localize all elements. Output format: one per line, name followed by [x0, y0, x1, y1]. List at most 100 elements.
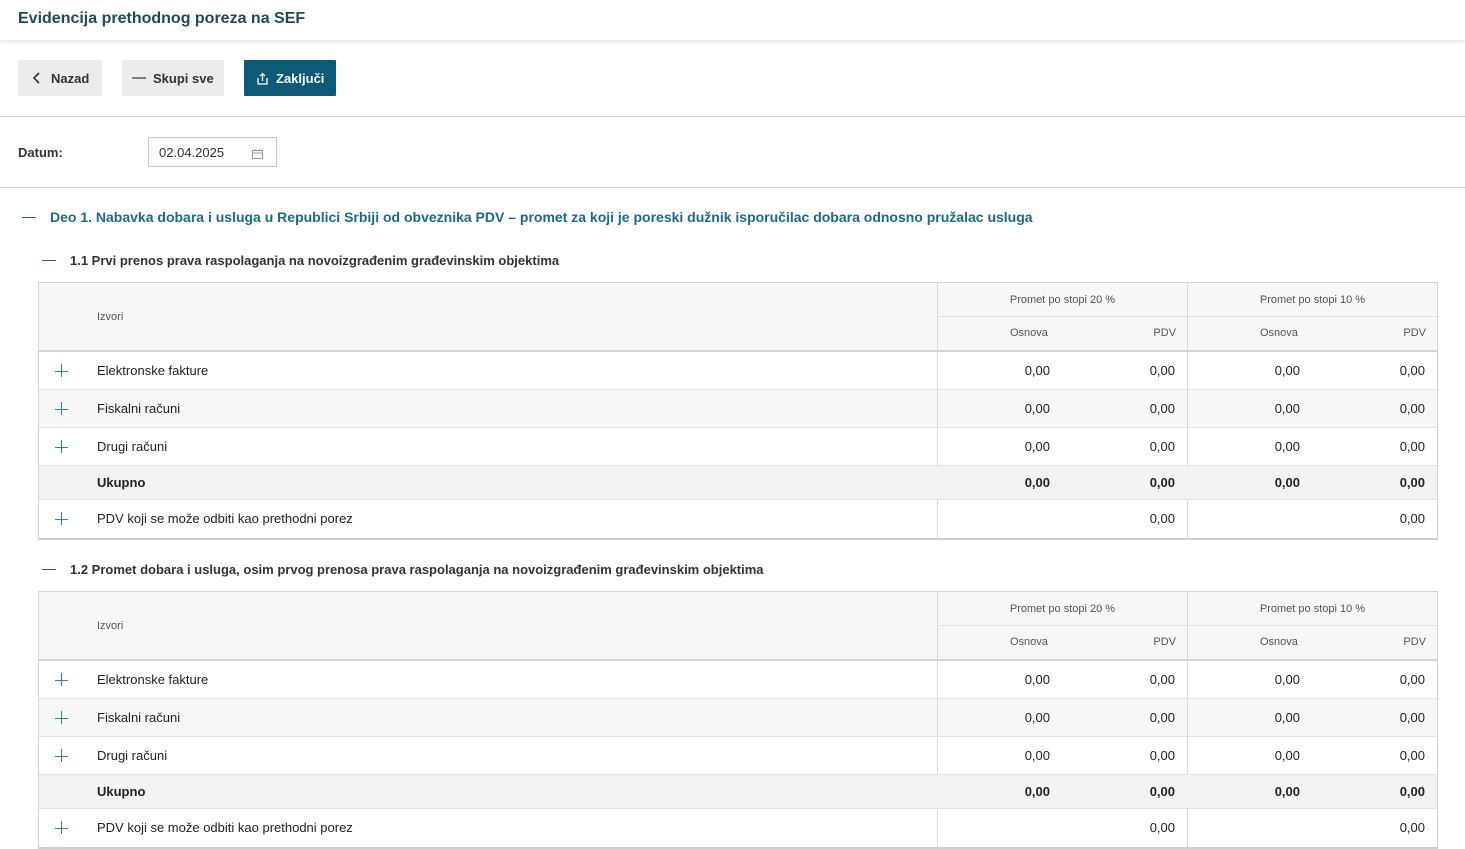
expand-plus-icon[interactable]	[55, 512, 69, 526]
cell-base-20: 0,00	[1024, 710, 1050, 725]
cell-vat-20: 0,00	[1149, 748, 1175, 763]
table-row: Fiskalni računi 0,00 0,00 0,00 0,00	[39, 390, 1437, 428]
collapse-all-button[interactable]: Skupi sve	[122, 60, 224, 96]
cell-base-20: 0,00	[1024, 672, 1050, 687]
cell-base-20: 0,00	[1024, 784, 1050, 799]
column-group-10: Promet po stopi 10 % Osnova PDV	[1187, 283, 1437, 350]
column-group-20: Promet po stopi 20 % Osnova PDV	[937, 592, 1187, 659]
cell-vat-20: 0,00	[1149, 401, 1175, 416]
column-header-vat-10: PDV	[1403, 327, 1426, 339]
row-label: Elektronske fakture	[97, 672, 209, 687]
table-row: Elektronske fakture 0,00 0,00 0,00 0,00	[39, 661, 1437, 699]
column-header-sources: Izvori	[97, 311, 124, 323]
cell-base-10: 0,00	[1274, 439, 1300, 454]
part-1-title[interactable]: Deo 1. Nabavka dobara i usluga u Republi…	[22, 209, 1033, 225]
cell-vat-10: 0,00	[1399, 363, 1425, 378]
cell-vat-10: 0,00	[1399, 748, 1425, 763]
column-header-base-10: Osnova	[1260, 327, 1298, 339]
column-header-vat-20: PDV	[1153, 636, 1176, 648]
cell-base-10: 0,00	[1274, 784, 1300, 799]
column-divider	[937, 352, 938, 389]
cell-vat-20: 0,00	[1149, 511, 1175, 526]
column-divider	[937, 737, 938, 774]
column-header-base-20: Osnova	[1010, 636, 1048, 648]
cell-vat-20: 0,00	[1149, 710, 1175, 725]
column-group-20-title: Promet po stopi 20 %	[938, 592, 1187, 626]
expand-plus-icon[interactable]	[55, 711, 69, 725]
cell-base-20: 0,00	[1024, 748, 1050, 763]
column-divider	[937, 809, 938, 847]
total-label: Ukupno	[97, 475, 146, 490]
total-label: Ukupno	[97, 784, 146, 799]
column-header-vat-10: PDV	[1403, 636, 1426, 648]
column-group-10: Promet po stopi 10 % Osnova PDV	[1187, 592, 1437, 659]
total-row: Ukupno 0,00 0,00 0,00 0,00	[39, 775, 1437, 809]
collapse-icon[interactable]	[42, 569, 56, 570]
table-row: Elektronske fakture 0,00 0,00 0,00 0,00	[39, 352, 1437, 390]
cell-base-10: 0,00	[1274, 363, 1300, 378]
cell-base-20: 0,00	[1024, 363, 1050, 378]
back-button[interactable]: Nazad	[18, 60, 102, 96]
column-divider	[937, 390, 938, 427]
section-title-text: 1.2 Promet dobara i usluga, osim prvog p…	[70, 562, 764, 577]
column-divider	[937, 428, 938, 465]
expand-plus-icon[interactable]	[55, 749, 69, 763]
cell-base-20: 0,00	[1024, 475, 1050, 490]
calendar-icon[interactable]	[252, 147, 263, 162]
expand-plus-icon[interactable]	[55, 673, 69, 687]
row-label: Fiskalni računi	[97, 710, 181, 725]
cell-vat-20: 0,00	[1149, 439, 1175, 454]
section-title-text: 1.1 Prvi prenos prava raspolaganja na no…	[70, 253, 560, 268]
column-group-10-title: Promet po stopi 10 %	[1188, 283, 1437, 317]
column-divider	[1187, 809, 1188, 847]
expand-plus-icon[interactable]	[55, 440, 69, 454]
total-row: Ukupno 0,00 0,00 0,00 0,00	[39, 466, 1437, 500]
column-divider	[937, 699, 938, 736]
cell-vat-10: 0,00	[1399, 475, 1425, 490]
expand-plus-icon[interactable]	[55, 821, 69, 835]
minus-icon	[132, 71, 146, 85]
date-value: 02.04.2025	[159, 144, 225, 160]
expand-plus-icon[interactable]	[55, 364, 69, 378]
cell-vat-10: 0,00	[1399, 784, 1425, 799]
column-divider	[937, 661, 938, 698]
table-row: Drugi računi 0,00 0,00 0,00 0,00	[39, 737, 1437, 775]
section-1-1-table: Izvori Promet po stopi 20 % Osnova PDV P…	[38, 282, 1438, 540]
row-label: PDV koji se može odbiti kao prethodni po…	[97, 511, 353, 526]
export-lock-icon	[255, 71, 269, 85]
column-divider	[1187, 661, 1188, 698]
expand-plus-icon[interactable]	[55, 402, 69, 416]
table-row: PDV koji se može odbiti kao prethodni po…	[39, 809, 1437, 847]
section-1-2-table: Izvori Promet po stopi 20 % Osnova PDV P…	[38, 591, 1438, 849]
column-group-20-title: Promet po stopi 20 %	[938, 283, 1187, 317]
column-divider	[1187, 699, 1188, 736]
row-label: Elektronske fakture	[97, 363, 209, 378]
column-divider	[937, 500, 938, 538]
cell-vat-20: 0,00	[1149, 475, 1175, 490]
column-divider	[1187, 390, 1188, 427]
row-label: Fiskalni računi	[97, 401, 181, 416]
column-divider	[1187, 500, 1188, 538]
cell-vat-20: 0,00	[1149, 672, 1175, 687]
collapse-icon[interactable]	[22, 216, 36, 218]
top-bar: Evidencija prethodnog poreza na SEF	[0, 0, 1465, 40]
row-label: Drugi računi	[97, 439, 168, 454]
lock-button[interactable]: Zaključi	[244, 60, 336, 96]
section-1-1-title[interactable]: 1.1 Prvi prenos prava raspolaganja na no…	[42, 253, 559, 268]
cell-base-10: 0,00	[1274, 401, 1300, 416]
section-1-2-title[interactable]: 1.2 Promet dobara i usluga, osim prvog p…	[42, 562, 764, 577]
date-input[interactable]: 02.04.2025	[148, 137, 277, 167]
column-header-vat-20: PDV	[1153, 327, 1176, 339]
toolbar: Nazad Skupi sve Zaključi	[0, 40, 1465, 117]
collapse-icon[interactable]	[42, 260, 56, 261]
column-header-sources: Izvori	[97, 620, 124, 632]
page-title: Evidencija prethodnog poreza na SEF	[18, 10, 306, 27]
cell-vat-10: 0,00	[1399, 710, 1425, 725]
chevron-left-icon	[30, 71, 44, 85]
cell-base-10: 0,00	[1274, 710, 1300, 725]
cell-vat-20: 0,00	[1149, 784, 1175, 799]
column-header-base-10: Osnova	[1260, 636, 1298, 648]
table-row: Drugi računi 0,00 0,00 0,00 0,00	[39, 428, 1437, 466]
cell-base-20: 0,00	[1024, 401, 1050, 416]
table-header: Izvori Promet po stopi 20 % Osnova PDV P…	[39, 592, 1437, 661]
